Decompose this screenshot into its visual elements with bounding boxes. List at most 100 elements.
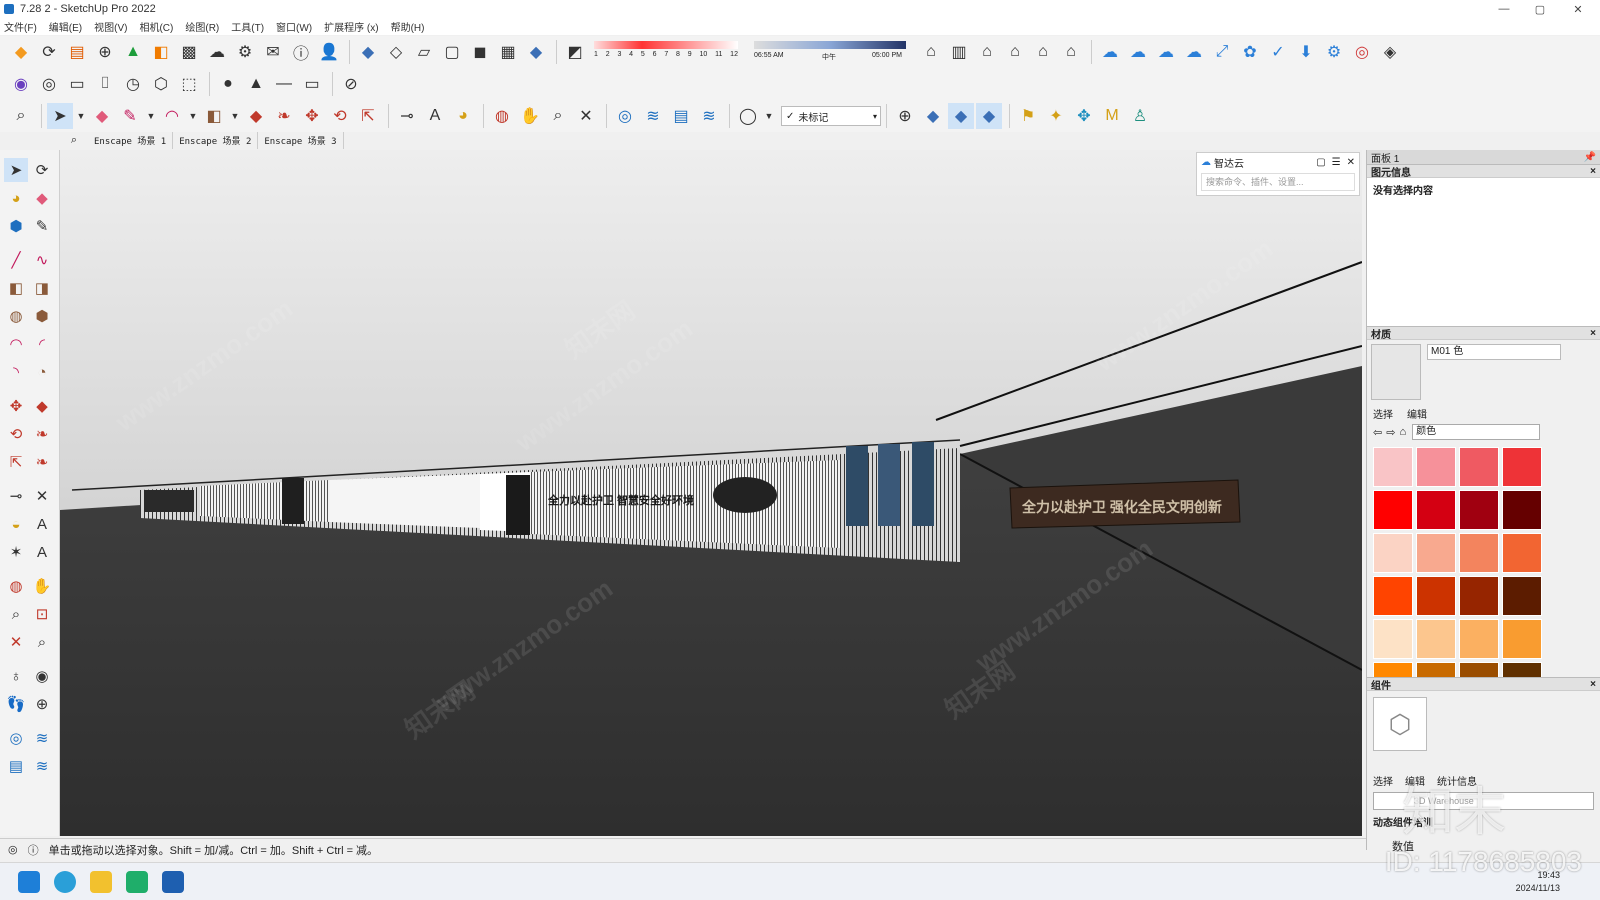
view-front-icon[interactable]: ⌂: [1058, 39, 1084, 65]
line-icon[interactable]: —: [271, 71, 297, 97]
materials-header[interactable]: 材质 ×: [1367, 326, 1600, 341]
tray-pin-icon[interactable]: 📌: [1584, 152, 1596, 163]
config-gear-icon[interactable]: ⚙: [1321, 39, 1347, 65]
tape-tool-icon[interactable]: ⊸: [4, 484, 28, 508]
material-swatch[interactable]: [1373, 576, 1413, 616]
ext-manager-tool-icon[interactable]: ≋: [30, 754, 54, 778]
account-icon[interactable]: ◯: [735, 103, 761, 129]
extension-icon[interactable]: ▥: [946, 39, 972, 65]
profile-icon[interactable]: ◉: [8, 71, 34, 97]
shadow-month-slider[interactable]: 1 2 3 4 5 6 7 8 9 10 11 12: [590, 39, 742, 65]
material-swatch[interactable]: [1373, 662, 1413, 677]
warehouse-tool-icon[interactable]: ◎: [4, 726, 28, 750]
rotated-rect-icon[interactable]: ◨: [30, 276, 54, 300]
material-swatch[interactable]: [1416, 619, 1456, 659]
material-tab-select[interactable]: 选择: [1373, 406, 1393, 421]
cloud-icon[interactable]: ☁: [1153, 39, 1179, 65]
chevron-down-icon[interactable]: ▼: [75, 103, 87, 129]
scene-tab-3[interactable]: Enscape 场景 3: [258, 131, 344, 149]
zhidayun-search-input[interactable]: 搜索命令、插件、设置...: [1201, 173, 1355, 191]
rect-tool-icon[interactable]: ◧: [4, 276, 28, 300]
ext-warehouse-tool-icon[interactable]: ≋: [30, 726, 54, 750]
box-icon[interactable]: ⬚: [176, 71, 202, 97]
window-restore-icon[interactable]: ▢: [1316, 157, 1325, 168]
close-window-button[interactable]: ✕: [1560, 0, 1596, 18]
material-swatch[interactable]: [1416, 576, 1456, 616]
scale-tool-icon[interactable]: ⇱: [4, 450, 28, 474]
freehand-icon[interactable]: ∿: [30, 248, 54, 272]
maximize-button[interactable]: ▢: [1522, 0, 1558, 18]
person-icon[interactable]: ♙: [1127, 103, 1153, 129]
warehouse-icon[interactable]: ⌂: [918, 39, 944, 65]
add-icon[interactable]: ⊕: [92, 39, 118, 65]
material-swatch-preview[interactable]: [1371, 344, 1421, 400]
scene-tab-2[interactable]: Enscape 场景 2: [173, 131, 259, 149]
line-tool-icon[interactable]: ╱: [4, 248, 28, 272]
scene-search-icon[interactable]: ⌕: [60, 134, 88, 147]
zoom-icon[interactable]: ⌕: [545, 103, 571, 129]
rotate-tool-icon[interactable]: ⟲: [4, 422, 28, 446]
pencil-icon[interactable]: ✎: [117, 103, 143, 129]
chrome-icon[interactable]: ◎: [1349, 39, 1375, 65]
back-arrow-icon[interactable]: ⇦: [1373, 426, 1382, 439]
refresh-icon[interactable]: ⟳: [36, 39, 62, 65]
followme-tool-icon[interactable]: ❧: [30, 422, 54, 446]
eraser-icon[interactable]: ◆: [89, 103, 115, 129]
tag-pencil-icon[interactable]: ✎: [30, 214, 54, 238]
mail-app-icon[interactable]: [126, 871, 148, 893]
minimize-button[interactable]: —: [1486, 0, 1522, 18]
look-around-icon[interactable]: ◉: [30, 664, 54, 688]
render-icon[interactable]: ◧: [148, 39, 174, 65]
menu-window[interactable]: 窗口(W): [276, 19, 312, 34]
select-icon[interactable]: ➤: [4, 158, 28, 182]
edge-browser-icon[interactable]: [54, 871, 76, 893]
material-swatch[interactable]: [1373, 619, 1413, 659]
material-swatch[interactable]: [1459, 447, 1499, 487]
walk-tool-icon[interactable]: 👣: [4, 692, 28, 716]
material-swatch[interactable]: [1502, 533, 1542, 573]
instructor-info-icon[interactable]: ⓘ: [28, 842, 39, 858]
section-cut-icon[interactable]: ◆: [920, 103, 946, 129]
arc2-icon[interactable]: ◜: [30, 332, 54, 356]
walk-icon[interactable]: M: [1099, 103, 1125, 129]
position-camera-icon[interactable]: ♁: [4, 664, 28, 688]
geo-location-icon[interactable]: ◎: [8, 843, 18, 856]
3d-viewport[interactable]: 全力以赴护卫 智慧安全好环境 全力以赴护卫 强化全民文明创新 www.znzmo…: [60, 150, 1362, 836]
zoom-extents-icon[interactable]: ✕: [573, 103, 599, 129]
home-icon[interactable]: ⌂: [1399, 426, 1406, 438]
chevron-down-icon[interactable]: ▼: [229, 103, 241, 129]
section-plane-icon[interactable]: ⊕: [892, 103, 918, 129]
expand-icon[interactable]: ⤢: [1209, 39, 1235, 65]
extension-warehouse-icon[interactable]: ≋: [640, 103, 666, 129]
settings-gear-icon[interactable]: ⚙: [232, 39, 258, 65]
warehouse-3d-icon[interactable]: ◎: [612, 103, 638, 129]
text-tool-icon[interactable]: A: [30, 512, 54, 536]
material-swatch[interactable]: [1459, 662, 1499, 677]
sandbox-icon[interactable]: ⚑: [1015, 103, 1041, 129]
zoom-window-icon[interactable]: ⊡: [30, 602, 54, 626]
check-icon[interactable]: ✓: [1265, 39, 1291, 65]
material-swatch[interactable]: [1502, 490, 1542, 530]
layout-icon[interactable]: ▤: [668, 103, 694, 129]
pie-icon[interactable]: ◔: [30, 360, 54, 384]
close-icon[interactable]: ×: [1590, 679, 1596, 690]
shape-icon[interactable]: ◧: [201, 103, 227, 129]
material-swatch[interactable]: [1502, 619, 1542, 659]
rotate-icon[interactable]: ⟲: [327, 103, 353, 129]
orbit-icon[interactable]: ◍: [489, 103, 515, 129]
style-hidden-icon[interactable]: ▢: [439, 39, 465, 65]
search-icon[interactable]: ⌕: [8, 103, 34, 129]
material-swatch[interactable]: [1502, 447, 1542, 487]
zoom-extents-tool-icon[interactable]: ✕: [4, 630, 28, 654]
view-top-icon[interactable]: ⌂: [1030, 39, 1056, 65]
material-swatch[interactable]: [1459, 490, 1499, 530]
arc3-icon[interactable]: ◝: [4, 360, 28, 384]
section-display-icon[interactable]: ◆: [976, 103, 1002, 129]
offset-icon[interactable]: ❧: [30, 450, 54, 474]
style-solid-icon[interactable]: ◼: [467, 39, 493, 65]
style-mono-icon[interactable]: ◆: [523, 39, 549, 65]
followme-icon[interactable]: ❧: [271, 103, 297, 129]
select-arrow-icon[interactable]: ➤: [47, 103, 73, 129]
polygon-icon[interactable]: ⬡: [148, 71, 174, 97]
network-icon[interactable]: ✿: [1237, 39, 1263, 65]
